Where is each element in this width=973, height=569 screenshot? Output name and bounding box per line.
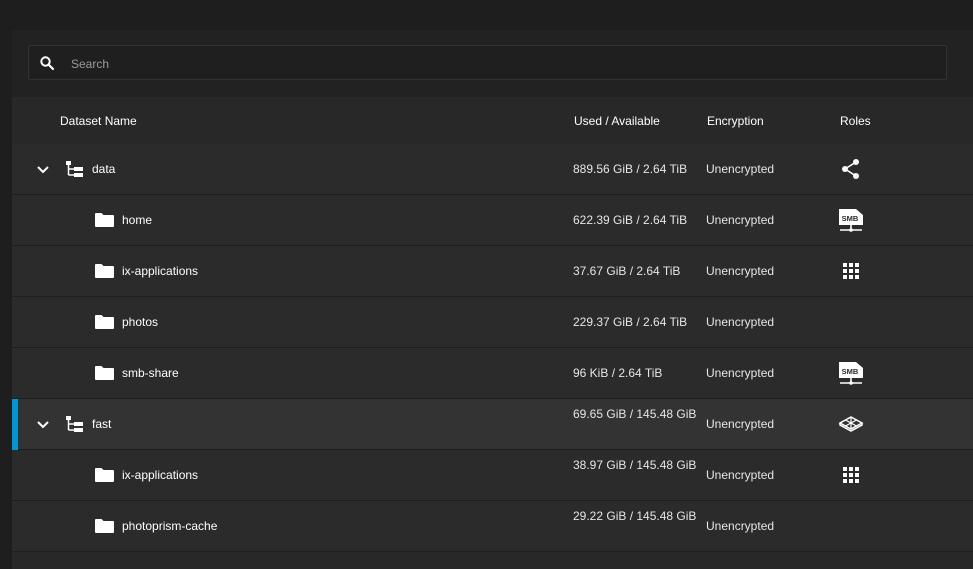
column-header-dataset-name[interactable]: Dataset Name	[60, 114, 137, 128]
svg-text:SMB: SMB	[842, 214, 859, 223]
dataset-name: ix-applications	[122, 264, 199, 278]
folder-icon	[94, 314, 115, 330]
smb-share-icon: SMB	[838, 360, 864, 386]
used-available: 96 KiB / 2.64 TiB	[573, 366, 663, 380]
dataset-row-photos[interactable]: photos 229.37 GiB / 2.64 TiB Unencrypted	[12, 297, 973, 348]
dataset-name: photoprism-cache	[122, 519, 218, 533]
table-header: Dataset Name Used / Available Encryption…	[12, 97, 973, 146]
dataset-row-home[interactable]: home 622.39 GiB / 2.64 TiB Unencrypted S…	[12, 195, 973, 246]
column-header-encryption[interactable]: Encryption	[707, 114, 764, 128]
dataset-row-fast[interactable]: fast 69.65 GiB / 145.48 GiB Unencrypted	[12, 399, 973, 450]
chevron-down-icon[interactable]	[36, 163, 50, 175]
dataset-row-smb-share[interactable]: smb-share 96 KiB / 2.64 TiB Unencrypted …	[12, 348, 973, 399]
chevron-down-icon[interactable]	[36, 418, 50, 430]
used-available: 29.22 GiB / 145.48 GiB	[573, 509, 697, 523]
used-available: 229.37 GiB / 2.64 TiB	[573, 315, 688, 329]
dataset-tree-table: data 889.56 GiB / 2.64 TiB Unencrypted h…	[12, 144, 973, 552]
dataset-name: home	[122, 213, 153, 227]
encryption-status: Unencrypted	[706, 264, 775, 278]
datasets-panel: Dataset Name Used / Available Encryption…	[12, 30, 973, 569]
system-dataset-icon	[838, 411, 864, 437]
apps-grid-icon	[838, 258, 864, 284]
encryption-status: Unencrypted	[706, 417, 775, 431]
encryption-status: Unencrypted	[706, 366, 775, 380]
encryption-status: Unencrypted	[706, 213, 775, 227]
dataset-row-ix-applications[interactable]: ix-applications 37.67 GiB / 2.64 TiB Une…	[12, 246, 973, 297]
folder-icon	[94, 263, 115, 279]
search-box[interactable]	[28, 45, 947, 81]
svg-text:SMB: SMB	[842, 367, 859, 376]
used-available: 889.56 GiB / 2.64 TiB	[573, 162, 688, 176]
used-available: 622.39 GiB / 2.64 TiB	[573, 213, 688, 227]
encryption-status: Unencrypted	[706, 468, 775, 482]
encryption-status: Unencrypted	[706, 519, 775, 533]
search-input[interactable]	[69, 46, 933, 81]
dataset-name: data	[92, 162, 116, 176]
encryption-status: Unencrypted	[706, 162, 775, 176]
apps-grid-icon	[838, 462, 864, 488]
dataset-row-photoprism-cache[interactable]: photoprism-cache 29.22 GiB / 145.48 GiB …	[12, 501, 973, 552]
dataset-tree-icon	[65, 415, 85, 433]
used-available: 37.67 GiB / 2.64 TiB	[573, 264, 681, 278]
smb-share-icon: SMB	[838, 207, 864, 233]
share-icon	[838, 156, 864, 182]
dataset-name: ix-applications	[122, 468, 199, 482]
dataset-name: smb-share	[122, 366, 179, 380]
used-available: 69.65 GiB / 145.48 GiB	[573, 407, 697, 421]
search-icon	[39, 55, 55, 71]
dataset-row-data[interactable]: data 889.56 GiB / 2.64 TiB Unencrypted	[12, 144, 973, 195]
column-header-used-available[interactable]: Used / Available	[574, 114, 660, 128]
dataset-name: fast	[92, 417, 112, 431]
column-header-roles[interactable]: Roles	[840, 114, 871, 128]
folder-icon	[94, 467, 115, 483]
search-bar	[12, 30, 973, 97]
encryption-status: Unencrypted	[706, 315, 775, 329]
used-available: 38.97 GiB / 145.48 GiB	[573, 458, 697, 472]
dataset-row-ix-applications[interactable]: ix-applications 38.97 GiB / 145.48 GiB U…	[12, 450, 973, 501]
dataset-name: photos	[122, 315, 159, 329]
folder-icon	[94, 365, 115, 381]
folder-icon	[94, 212, 115, 228]
dataset-tree-icon	[65, 160, 85, 178]
folder-icon	[94, 518, 115, 534]
